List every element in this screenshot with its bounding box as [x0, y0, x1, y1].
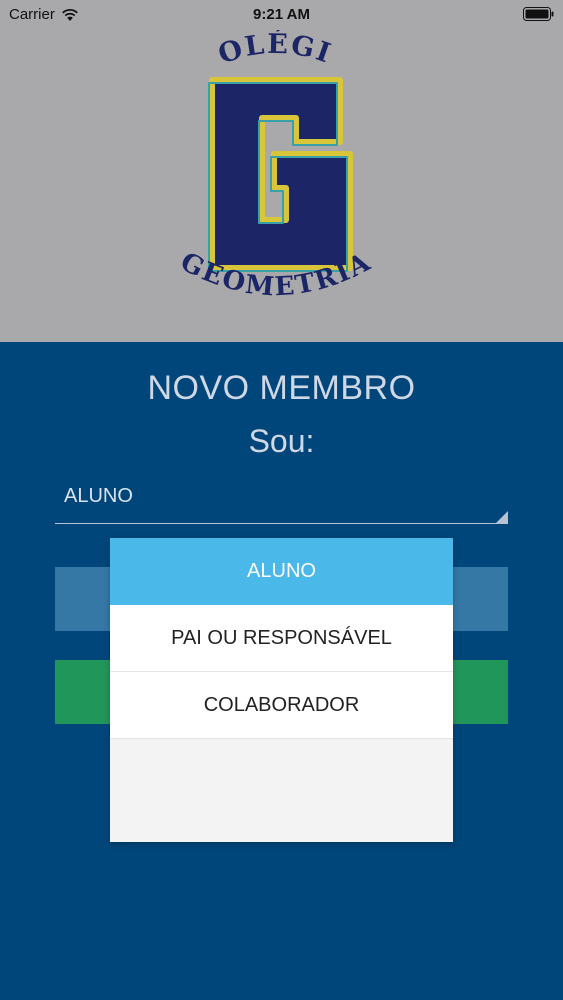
role-prompt: Sou: — [248, 423, 315, 459]
battery-icon — [523, 7, 554, 21]
page-title: NOVO MEMBRO — [147, 369, 416, 407]
school-logo: COLÉGIO GEOMETRIA — [176, 30, 375, 303]
role-option-colaborador[interactable]: COLABORADOR — [110, 672, 453, 739]
role-option-label: PAI OU RESPONSÁVEL — [171, 626, 392, 649]
role-option-label: COLABORADOR — [203, 693, 360, 716]
role-option-label: ALUNO — [247, 560, 316, 582]
role-option-pai-ou-responsavel[interactable]: PAI OU RESPONSÁVEL — [110, 605, 453, 672]
header-banner: COLÉGIO GEOMETRIA — [0, 0, 563, 342]
role-select[interactable]: ALUNO — [55, 476, 508, 524]
svg-text:COLÉGIO: COLÉGIO — [176, 30, 336, 70]
role-select-value: ALUNO — [64, 485, 133, 507]
role-options-dropdown: ALUNO PAI OU RESPONSÁVEL COLABORADOR — [110, 538, 453, 842]
role-option-aluno[interactable]: ALUNO — [110, 538, 453, 605]
logo-g-letter — [209, 77, 353, 271]
status-bar: Carrier 9:21 AM — [0, 0, 563, 30]
dropdown-arrow-icon — [496, 511, 508, 523]
logo-top-text: COLÉGIO — [176, 30, 334, 70]
clock: 9:21 AM — [253, 6, 310, 23]
